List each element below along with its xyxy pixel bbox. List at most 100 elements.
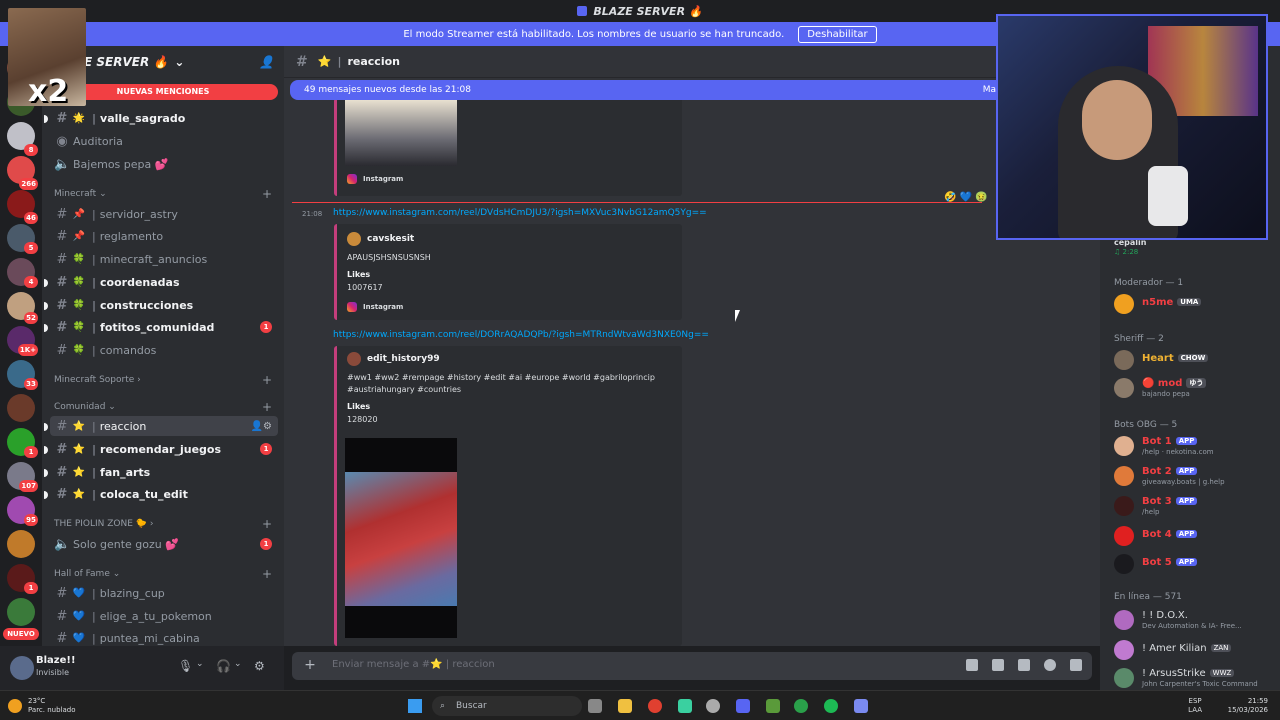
member-item[interactable]: Bot 5 APP: [1114, 552, 1274, 576]
channel-reaccion[interactable]: # ⭐ | reaccion 👤⚙: [50, 416, 278, 436]
weather-widget[interactable]: 23°C Parc. nublado: [28, 697, 76, 715]
channel-elige-a-tu-pokemon[interactable]: # 💙 | elige_a_tu_pokemon: [54, 606, 278, 626]
add-channel-icon[interactable]: +: [262, 567, 272, 581]
channel-puntea-mi-cabina[interactable]: # 💙 | puntea_mi_cabina: [54, 628, 278, 648]
server-badge: 1: [24, 582, 38, 594]
obs-icon[interactable]: [706, 699, 720, 713]
gear-icon[interactable]: ⚙: [254, 659, 265, 673]
member-name: Heart CHOW: [1142, 353, 1209, 364]
channel-emoji: 🍀: [72, 299, 86, 311]
taskbar-search[interactable]: ⌕ Buscar: [432, 696, 582, 716]
chrome-icon[interactable]: [648, 699, 662, 713]
discord-icon[interactable]: [736, 699, 750, 713]
app-icon[interactable]: [794, 699, 808, 713]
webcam-person-head: [1082, 80, 1152, 160]
minecraft-icon[interactable]: [766, 699, 780, 713]
chevron-down-icon[interactable]: ⌄: [196, 659, 204, 669]
new-messages-bar[interactable]: 49 mensajes nuevos desde las 21:08 Ma: [290, 80, 1000, 100]
message-link[interactable]: https://www.instagram.com/reel/DVdsHCmDJ…: [333, 208, 707, 218]
member-tag: ZAN: [1210, 644, 1232, 652]
voice-channel-solo-gente-gozu[interactable]: 🔈 Solo gente gozu 💕 1: [54, 534, 278, 554]
server-icon[interactable]: [7, 598, 35, 626]
embed-image[interactable]: [345, 100, 457, 166]
avatar: [1114, 610, 1134, 630]
add-attachment-icon[interactable]: +: [302, 657, 318, 673]
invite-people-icon[interactable]: 👤: [259, 55, 274, 69]
text-channel-icon: #: [56, 110, 68, 126]
instagram-embed: Instagram: [334, 98, 682, 196]
chevron-down-icon[interactable]: ⌄: [234, 659, 242, 669]
embed-author[interactable]: edit_history99: [347, 352, 440, 366]
server-icon[interactable]: [7, 530, 35, 558]
server-icon[interactable]: [7, 394, 35, 422]
member-item[interactable]: Bot 1 APP /help · nekotina.com: [1114, 434, 1274, 458]
channel-reglamento[interactable]: # 📌 | reglamento: [54, 226, 278, 246]
category-piolin-zone[interactable]: THE PIOLIN ZONE 🐤 › +: [54, 517, 278, 531]
sticker-icon[interactable]: [1018, 659, 1030, 671]
taskbar-clock[interactable]: 21:59 15/03/2026: [1228, 697, 1268, 715]
category-minecraft[interactable]: Minecraft ⌄ +: [54, 187, 278, 201]
channel-recomendar-juegos[interactable]: # ⭐ | recomendar_juegos 1: [54, 439, 278, 459]
reaction-meme-overlay: x2: [8, 8, 86, 109]
member-item[interactable]: Heart CHOW: [1114, 348, 1274, 372]
add-channel-icon[interactable]: +: [262, 373, 272, 387]
embed-video-thumbnail[interactable]: [345, 438, 457, 638]
text-channel-icon: #: [56, 342, 68, 358]
language-indicator[interactable]: ESP LAA: [1188, 697, 1202, 715]
app-icon[interactable]: [678, 699, 692, 713]
app-icon[interactable]: [854, 699, 868, 713]
member-item[interactable]: Bot 3 APP /help: [1114, 494, 1274, 518]
channel-emoji: 🍀: [72, 344, 86, 356]
category-label: THE PIOLIN ZONE 🐤: [54, 519, 147, 529]
channel-coloca-tu-edit[interactable]: # ⭐ | coloca_tu_edit: [54, 484, 278, 504]
category-hall-of-fame[interactable]: Hall of Fame ⌄ +: [54, 567, 278, 581]
microphone-icon[interactable]: 🎙: [178, 659, 193, 673]
mouse-cursor-icon: [735, 310, 740, 322]
member-item[interactable]: ! Amer Kilian ZAN: [1114, 638, 1274, 662]
member-item[interactable]: ! ArsusStrike WWZ John Carpenter's Toxic …: [1114, 666, 1274, 690]
add-channel-icon[interactable]: +: [262, 400, 272, 414]
spotify-icon[interactable]: [824, 699, 838, 713]
channel-valle-sagrado[interactable]: # 🌟 | valle_sagrado: [54, 108, 278, 128]
user-panel: Blaze!! Invisible 🎙 ⌄ 🎧 ⌄ ⚙: [0, 646, 284, 690]
new-messages-divider: [292, 202, 982, 203]
task-view-icon[interactable]: [588, 699, 602, 713]
file-explorer-icon[interactable]: [618, 699, 632, 713]
channel-construcciones[interactable]: # 🍀 | construcciones: [54, 295, 278, 315]
gift-icon[interactable]: [966, 659, 978, 671]
mark-as-read-text[interactable]: Ma: [983, 80, 996, 100]
gif-icon[interactable]: [992, 659, 1004, 671]
headphones-icon[interactable]: 🎧: [216, 659, 231, 673]
add-channel-icon[interactable]: +: [262, 517, 272, 531]
message-link[interactable]: https://www.instagram.com/reel/DORrAQADQ…: [333, 330, 709, 340]
member-item[interactable]: Bot 2 APP giveaway.boats | g.help: [1114, 464, 1274, 488]
disable-streamer-button[interactable]: Deshabilitar: [798, 25, 877, 43]
message-composer[interactable]: + Enviar mensaje a #⭐ | reaccion: [292, 652, 1092, 680]
embed-author-avatar: [347, 232, 361, 246]
channel-coordenadas[interactable]: # 🍀 | coordenadas: [54, 272, 278, 292]
apps-icon[interactable]: [1070, 659, 1082, 671]
channel-blazing-cup[interactable]: # 💙 | blazing_cup: [54, 583, 278, 603]
voice-channel-auditoria[interactable]: ◉ Auditoria: [54, 131, 278, 151]
channel-settings-icon[interactable]: 👤⚙: [251, 421, 272, 432]
category-label: Hall of Fame: [54, 569, 110, 579]
channel-fotitos-comunidad[interactable]: # 🍀 | fotitos_comunidad 1: [54, 317, 278, 337]
avatar[interactable]: [10, 656, 34, 680]
weather-icon[interactable]: [8, 699, 22, 713]
windows-start-icon[interactable]: [408, 699, 422, 713]
message-reactions[interactable]: 🤣 💙 🤢: [944, 192, 988, 203]
voice-channel-bajemos-pepa[interactable]: 🔈 Bajemos pepa 💕: [54, 154, 278, 174]
channel-comandos[interactable]: # 🍀 | comandos: [54, 340, 278, 360]
member-item[interactable]: ! ! D.O.X. Dev Automation & IA- Free...: [1114, 608, 1274, 632]
category-minecraft-soporte[interactable]: Minecraft Soporte › +: [54, 373, 278, 387]
channel-servidor-astry[interactable]: # 📌 | servidor_astry: [54, 204, 278, 224]
member-item[interactable]: Bot 4 APP: [1114, 524, 1274, 548]
channel-fan-arts[interactable]: # ⭐ | fan_arts: [54, 462, 278, 482]
channel-minecraft-anuncios[interactable]: # 🍀 | minecraft_anuncios: [54, 249, 278, 269]
member-item[interactable]: 🔴 mod ゆう bajando pepa: [1114, 376, 1274, 400]
add-channel-icon[interactable]: +: [262, 187, 272, 201]
member-item[interactable]: n5me UMA: [1114, 292, 1274, 316]
category-comunidad[interactable]: Comunidad ⌄ +: [54, 400, 278, 414]
emoji-icon[interactable]: [1044, 659, 1056, 671]
embed-author[interactable]: cavskesit: [347, 232, 414, 246]
